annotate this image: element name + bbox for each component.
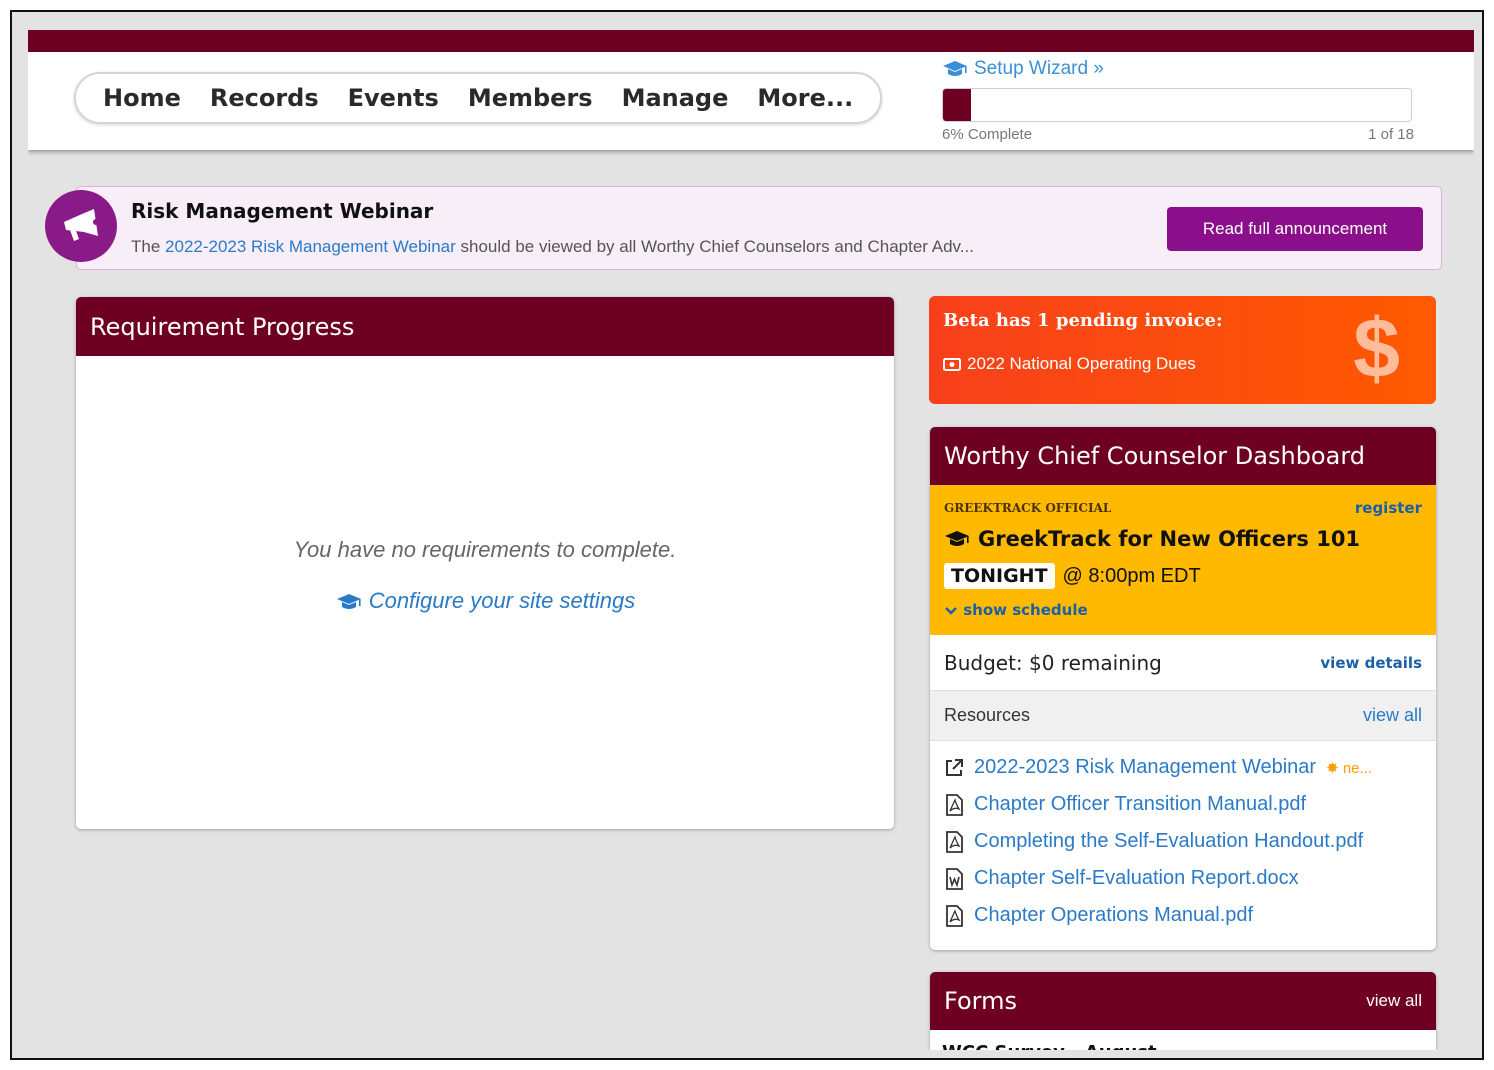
budget-row: Budget: $0 remaining view details bbox=[930, 635, 1436, 691]
configure-settings-label: Configure your site settings bbox=[368, 588, 636, 613]
megaphone-icon bbox=[45, 190, 117, 262]
show-schedule-label: show schedule bbox=[963, 601, 1088, 619]
event-source-label: GREEKTRACK OFFICIAL bbox=[944, 501, 1112, 515]
configure-settings-link[interactable]: Configure your site settings bbox=[76, 588, 894, 614]
resource-label: Completing the Self-Evaluation Handout.p… bbox=[974, 830, 1364, 852]
chevron-down-icon bbox=[944, 606, 958, 616]
resource-label: Chapter Operations Manual.pdf bbox=[974, 904, 1254, 926]
word-file-icon bbox=[944, 867, 964, 890]
new-badge-icon: ✸ bbox=[1326, 759, 1339, 777]
setup-progress-bar bbox=[942, 88, 1412, 122]
announcement-body-prefix: The bbox=[131, 237, 166, 256]
nav-home[interactable]: Home bbox=[103, 84, 181, 112]
wcc-dashboard-header: Worthy Chief Counselor Dashboard bbox=[930, 427, 1436, 485]
invoice-title: Beta has 1 pending invoice: bbox=[943, 310, 1223, 331]
show-schedule-link[interactable]: show schedule bbox=[944, 601, 1088, 619]
wcc-dashboard-card: Worthy Chief Counselor Dashboard GREEKTR… bbox=[930, 427, 1436, 950]
resource-label: 2022-2023 Risk Management Webinar bbox=[974, 756, 1317, 778]
setup-wizard: Setup Wizard » 6% Complete 1 of 18 bbox=[942, 58, 1414, 143]
forms-header: Forms view all bbox=[930, 972, 1436, 1030]
no-requirements-text: You have no requirements to complete. bbox=[293, 537, 677, 562]
view-budget-details-link[interactable]: view details bbox=[1320, 654, 1422, 672]
setup-progress-fill bbox=[943, 89, 972, 121]
new-badge: ✸ ne... bbox=[1326, 759, 1372, 777]
nav-members[interactable]: Members bbox=[468, 84, 593, 112]
announcement-body-suffix: should be viewed by all Worthy Chief Cou… bbox=[455, 237, 974, 256]
nav-records[interactable]: Records bbox=[210, 84, 319, 112]
announcement-banner: Risk Management Webinar The 2022-2023 Ri… bbox=[45, 186, 1442, 270]
read-announcement-button[interactable]: Read full announcement bbox=[1167, 207, 1423, 251]
app-viewport: Home Records Events Members Manage More.… bbox=[28, 30, 1474, 1050]
new-badge-text: ne... bbox=[1342, 759, 1372, 777]
resource-label: Chapter Self-Evaluation Report.docx bbox=[974, 867, 1299, 889]
announcement-webinar-link[interactable]: 2022-2023 Risk Management Webinar bbox=[165, 237, 456, 256]
progress-complete-text: 6% Complete bbox=[942, 126, 1033, 143]
nav-events[interactable]: Events bbox=[348, 84, 439, 112]
resources-list: 2022-2023 Risk Management Webinar ✸ ne..… bbox=[930, 741, 1436, 934]
resource-item[interactable]: Chapter Officer Transition Manual.pdf bbox=[944, 786, 1422, 823]
nav-manage[interactable]: Manage bbox=[622, 84, 729, 112]
header: Home Records Events Members Manage More.… bbox=[28, 52, 1474, 150]
announcement-title: Risk Management Webinar bbox=[131, 199, 434, 223]
main-nav: Home Records Events Members Manage More.… bbox=[74, 72, 882, 124]
top-brand-bar bbox=[28, 30, 1474, 52]
event-panel: GREEKTRACK OFFICIAL register GreekTrack … bbox=[930, 485, 1436, 635]
announcement-body: The 2022-2023 Risk Management Webinar sh… bbox=[131, 237, 974, 257]
forms-card: Forms view all WCC Survey - August bbox=[930, 972, 1436, 1050]
graduation-cap-icon bbox=[944, 530, 970, 548]
event-register-link[interactable]: register bbox=[1355, 499, 1422, 517]
setup-wizard-label: Setup Wizard » bbox=[974, 58, 1104, 79]
graduation-cap-icon bbox=[942, 60, 968, 78]
pdf-file-icon bbox=[944, 793, 964, 816]
budget-text: Budget: $0 remaining bbox=[944, 650, 1162, 675]
tonight-badge: TONIGHT bbox=[944, 563, 1055, 589]
event-time-text: @ 8:00pm EDT bbox=[1062, 564, 1201, 587]
progress-step-text: 1 of 18 bbox=[1368, 126, 1414, 143]
money-bill-icon bbox=[943, 357, 961, 371]
nav-more[interactable]: More... bbox=[757, 84, 853, 112]
resources-view-all-link[interactable]: view all bbox=[1363, 705, 1422, 726]
event-title: GreekTrack for New Officers 101 bbox=[944, 527, 1360, 551]
event-time: TONIGHT @ 8:00pm EDT bbox=[944, 563, 1201, 589]
resource-item[interactable]: Chapter Self-Evaluation Report.docx bbox=[944, 860, 1422, 897]
resources-header: Resources view all bbox=[930, 691, 1436, 741]
forms-title: Forms bbox=[944, 987, 1017, 1015]
pdf-file-icon bbox=[944, 904, 964, 927]
wcc-dashboard-title: Worthy Chief Counselor Dashboard bbox=[944, 442, 1365, 470]
pending-invoice-card[interactable]: Beta has 1 pending invoice: 2022 Nationa… bbox=[929, 296, 1436, 404]
resources-title: Resources bbox=[944, 705, 1031, 725]
requirement-progress-header: Requirement Progress bbox=[76, 297, 894, 356]
form-item[interactable]: WCC Survey - August bbox=[930, 1030, 1436, 1050]
screenshot-frame: Home Records Events Members Manage More.… bbox=[10, 10, 1484, 1060]
forms-view-all-link[interactable]: view all bbox=[1366, 991, 1422, 1011]
resource-label: Chapter Officer Transition Manual.pdf bbox=[974, 793, 1307, 815]
external-link-icon bbox=[944, 758, 964, 778]
setup-wizard-link[interactable]: Setup Wizard » bbox=[942, 58, 1414, 80]
invoice-item-label: 2022 National Operating Dues bbox=[967, 354, 1196, 373]
requirement-progress-title: Requirement Progress bbox=[90, 312, 355, 341]
dollar-icon: $ bbox=[1353, 301, 1400, 395]
resource-item[interactable]: Chapter Operations Manual.pdf bbox=[944, 897, 1422, 934]
event-title-text: GreekTrack for New Officers 101 bbox=[978, 527, 1361, 551]
invoice-item-link[interactable]: 2022 National Operating Dues bbox=[943, 354, 1196, 374]
pdf-file-icon bbox=[944, 830, 964, 853]
resource-item[interactable]: Completing the Self-Evaluation Handout.p… bbox=[944, 823, 1422, 860]
requirement-progress-card: Requirement Progress You have no require… bbox=[76, 297, 894, 829]
graduation-cap-icon bbox=[335, 593, 363, 611]
resource-item[interactable]: 2022-2023 Risk Management Webinar ✸ ne..… bbox=[944, 749, 1422, 786]
